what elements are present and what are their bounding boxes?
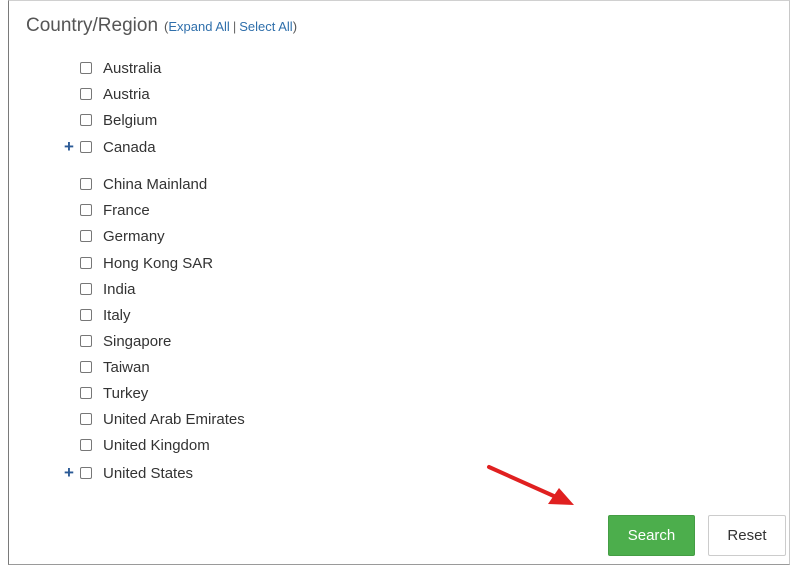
country-item[interactable]: Singapore <box>80 331 171 351</box>
country-label: Taiwan <box>103 358 150 376</box>
country-item[interactable]: Italy <box>80 305 131 325</box>
search-button[interactable]: Search <box>608 515 695 556</box>
section-header: Country/Region (Expand All | Select All) <box>26 15 297 41</box>
expand-all-link[interactable]: Expand All <box>168 19 229 34</box>
country-checkbox[interactable] <box>80 467 92 479</box>
country-checkbox[interactable] <box>80 141 92 153</box>
country-label: Austria <box>103 85 150 103</box>
country-item[interactable]: United States <box>80 463 193 483</box>
country-item[interactable]: Hong Kong SAR <box>80 253 213 273</box>
annotation-arrow <box>487 465 574 505</box>
country-item[interactable]: United Arab Emirates <box>80 409 245 429</box>
country-item[interactable]: Turkey <box>80 383 148 403</box>
country-label: Belgium <box>103 111 158 129</box>
country-checkbox[interactable] <box>80 62 92 74</box>
header-links: (Expand All | Select All) <box>164 19 297 34</box>
link-separator: | <box>232 19 237 34</box>
country-label: Germany <box>103 227 165 245</box>
country-item[interactable]: Canada <box>80 137 156 157</box>
country-checkbox[interactable] <box>80 178 92 190</box>
country-label: Turkey <box>103 384 149 402</box>
country-checkbox[interactable] <box>80 114 92 126</box>
country-label: Singapore <box>103 332 172 350</box>
country-checkbox[interactable] <box>80 335 92 347</box>
country-label: China Mainland <box>103 175 208 193</box>
country-checkbox[interactable] <box>80 309 92 321</box>
country-checkbox[interactable] <box>80 387 92 399</box>
country-item[interactable]: United Kingdom <box>80 435 210 455</box>
country-item[interactable]: Australia <box>80 58 161 78</box>
country-checkbox[interactable] <box>80 257 92 269</box>
country-item[interactable]: Austria <box>80 84 150 104</box>
expand-toggle-icon[interactable]: + <box>64 463 74 483</box>
country-item[interactable]: China Mainland <box>80 174 207 194</box>
country-label: India <box>103 280 136 298</box>
close-paren: ) <box>292 19 298 34</box>
country-label: Australia <box>103 59 162 77</box>
country-item[interactable]: France <box>80 200 150 220</box>
country-label: United Arab Emirates <box>103 410 245 428</box>
country-checkbox[interactable] <box>80 230 92 242</box>
select-all-link[interactable]: Select All <box>239 19 292 34</box>
section-title: Country/Region <box>26 15 159 36</box>
country-checkbox[interactable] <box>80 439 92 451</box>
country-checkbox[interactable] <box>80 413 92 425</box>
country-item[interactable]: Belgium <box>80 110 157 130</box>
country-label: Hong Kong SAR <box>103 254 214 272</box>
country-checkbox[interactable] <box>80 204 92 216</box>
country-checkbox[interactable] <box>80 283 92 295</box>
country-label: United States <box>103 464 194 482</box>
country-item[interactable]: Germany <box>80 226 165 246</box>
country-label: Italy <box>103 306 131 324</box>
expand-toggle-icon[interactable]: + <box>64 137 74 157</box>
reset-button[interactable]: Reset <box>708 515 786 556</box>
country-label: France <box>103 201 150 219</box>
country-item[interactable]: Taiwan <box>80 357 150 377</box>
country-item[interactable]: India <box>80 279 136 299</box>
country-label: Canada <box>103 138 156 156</box>
country-checkbox[interactable] <box>80 88 92 100</box>
country-label: United Kingdom <box>103 436 210 454</box>
country-checkbox[interactable] <box>80 361 92 373</box>
